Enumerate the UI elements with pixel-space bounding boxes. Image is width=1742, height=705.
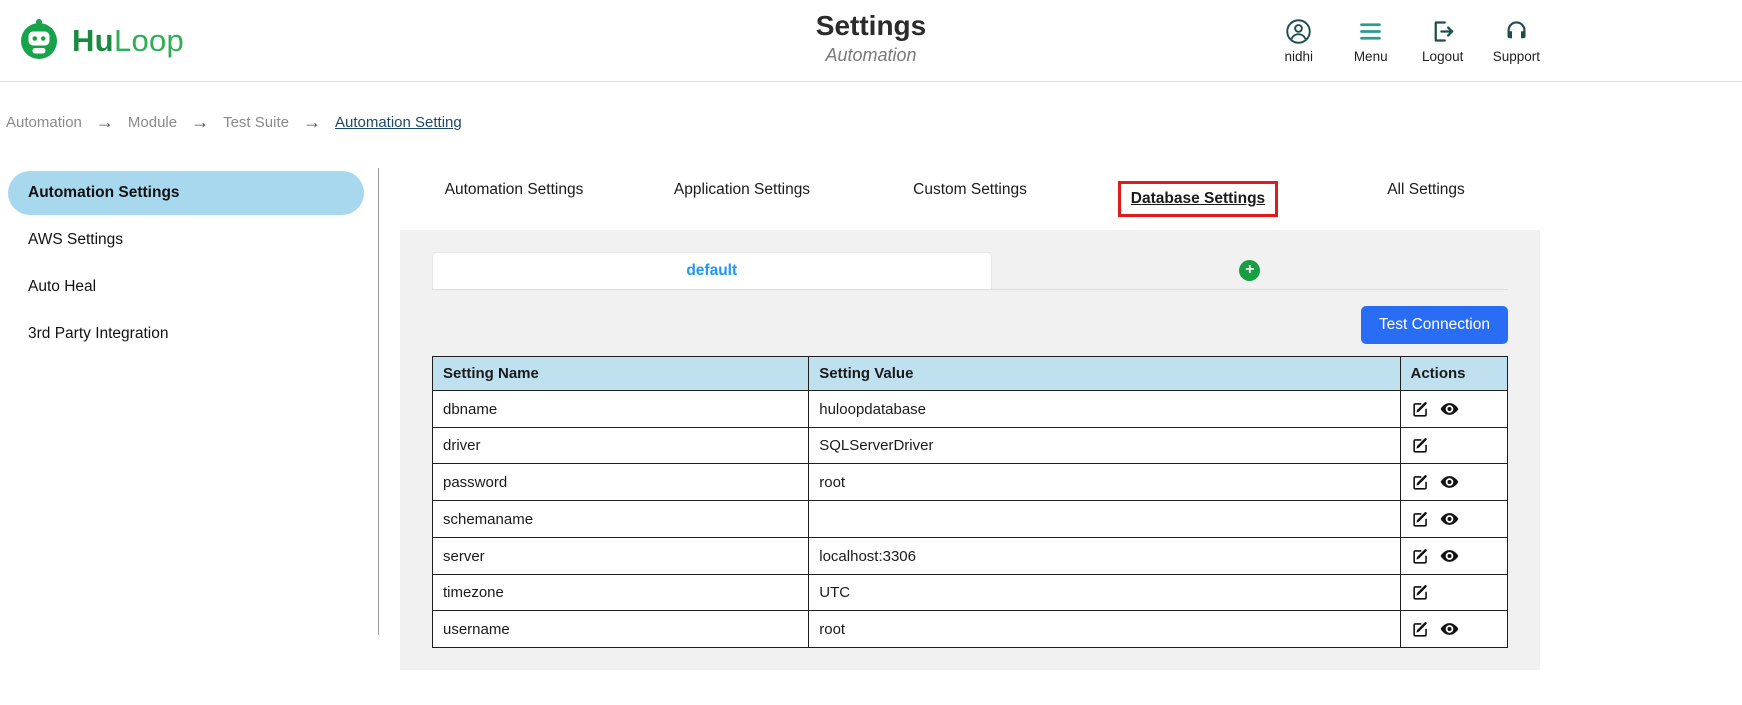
settings-table: Setting NameSetting ValueActions dbnameh… (432, 356, 1508, 648)
eye-icon[interactable] (1439, 619, 1460, 639)
setting-value-cell: UTC (809, 575, 1400, 611)
edit-icon[interactable] (1411, 436, 1430, 455)
test-connection-button[interactable]: Test Connection (1361, 306, 1508, 344)
tab-application-settings[interactable]: Application Settings (628, 172, 856, 226)
tab-database-settings[interactable]: Database Settings (1084, 172, 1312, 226)
breadcrumb-item-test-suite[interactable]: Test Suite (223, 114, 289, 131)
edit-icon[interactable] (1411, 510, 1430, 529)
actions-cell (1400, 575, 1508, 611)
user-icon (1285, 18, 1312, 45)
database-settings-panel: default + Test Connection Setting NameSe… (400, 230, 1540, 670)
setting-name-cell: driver (433, 428, 809, 464)
table-row-dbname: dbnamehuloopdatabase (433, 391, 1508, 428)
tab-all-settings[interactable]: All Settings (1312, 172, 1540, 226)
table-header-row: Setting NameSetting ValueActions (433, 357, 1508, 391)
menu-button[interactable]: Menu (1349, 18, 1393, 64)
sidebar: Automation SettingsAWS SettingsAuto Heal… (0, 168, 372, 359)
logout-button[interactable]: Logout (1421, 18, 1465, 64)
sidebar-item-aws-settings[interactable]: AWS Settings (8, 218, 364, 262)
setting-value-cell: SQLServerDriver (809, 428, 1400, 464)
actions-cell (1400, 538, 1508, 575)
breadcrumb-item-automation[interactable]: Automation (6, 114, 82, 131)
setting-value-cell: huloopdatabase (809, 391, 1400, 428)
robot-logo-icon (16, 15, 62, 66)
setting-value-cell: root (809, 611, 1400, 648)
settings-tabs: Automation Settings Application Settings C… (400, 172, 1540, 226)
table-row-username: usernameroot (433, 611, 1508, 648)
edit-icon[interactable] (1411, 473, 1430, 492)
breadcrumb-arrow-icon: → (303, 112, 321, 133)
connection-tab-label: default (686, 262, 737, 280)
main-content: Automation Settings Application Settings C… (400, 172, 1540, 670)
eye-icon[interactable] (1439, 546, 1460, 566)
setting-value-cell: localhost:3306 (809, 538, 1400, 575)
connection-tabs-empty-area: + (992, 252, 1508, 289)
sidebar-item-automation-settings[interactable]: Automation Settings (8, 171, 364, 215)
page-title: Settings (816, 10, 926, 42)
column-header-setting-name: Setting Name (433, 357, 809, 391)
column-header-setting-value: Setting Value (809, 357, 1400, 391)
tab-label: Database Settings (1118, 181, 1278, 217)
setting-name-cell: username (433, 611, 809, 648)
actions-cell (1400, 428, 1508, 464)
page-subtitle: Automation (816, 45, 926, 66)
breadcrumb-item-module[interactable]: Module (128, 114, 177, 131)
table-row-password: passwordroot (433, 464, 1508, 501)
sidebar-item-3rd-party-integration[interactable]: 3rd Party Integration (8, 312, 364, 356)
breadcrumb-item-automation-setting[interactable]: Automation Setting (335, 114, 462, 131)
headset-support-icon (1503, 18, 1530, 45)
actions-cell (1400, 501, 1508, 538)
support-button[interactable]: Support (1493, 18, 1540, 64)
actions-cell (1400, 391, 1508, 428)
edit-icon[interactable] (1411, 547, 1430, 566)
tab-label: Custom Settings (913, 181, 1027, 198)
logout-icon (1429, 18, 1456, 45)
tab-label: Automation Settings (445, 181, 584, 198)
tab-label: Application Settings (674, 181, 810, 198)
sidebar-item-auto-heal[interactable]: Auto Heal (8, 265, 364, 309)
setting-name-cell: dbname (433, 391, 809, 428)
table-row-driver: driverSQLServerDriver (433, 428, 1508, 464)
eye-icon[interactable] (1439, 399, 1460, 419)
tab-label: All Settings (1387, 181, 1465, 198)
user-profile-button[interactable]: nidhi (1277, 18, 1321, 64)
sidebar-divider (378, 168, 379, 635)
setting-value-cell: root (809, 464, 1400, 501)
app-header: HuLoop Settings Automation nidhi Menu (0, 0, 1742, 82)
menu-label: Menu (1354, 49, 1388, 64)
support-label: Support (1493, 49, 1540, 64)
table-row-timezone: timezoneUTC (433, 575, 1508, 611)
eye-icon[interactable] (1439, 509, 1460, 529)
connection-tab-default[interactable]: default (432, 252, 992, 289)
actions-cell (1400, 464, 1508, 501)
edit-icon[interactable] (1411, 620, 1430, 639)
actions-cell (1400, 611, 1508, 648)
tab-custom-settings[interactable]: Custom Settings (856, 172, 1084, 226)
hamburger-menu-icon (1357, 18, 1384, 45)
logout-label: Logout (1422, 49, 1463, 64)
connection-tabs-strip: default + (432, 252, 1508, 290)
column-header-actions: Actions (1400, 357, 1508, 391)
header-actions: nidhi Menu Logout (1277, 18, 1540, 64)
setting-name-cell: server (433, 538, 809, 575)
user-name-label: nidhi (1284, 49, 1313, 64)
breadcrumb-arrow-icon: → (96, 112, 114, 133)
edit-icon[interactable] (1411, 400, 1430, 419)
brand-name: HuLoop (72, 23, 184, 59)
breadcrumb-arrow-icon: → (191, 112, 209, 133)
add-connection-button[interactable]: + (1239, 260, 1260, 281)
huloop-logo[interactable]: HuLoop (16, 15, 184, 66)
table-row-server: serverlocalhost:3306 (433, 538, 1508, 575)
edit-icon[interactable] (1411, 583, 1430, 602)
setting-value-cell (809, 501, 1400, 538)
table-row-schemaname: schemaname (433, 501, 1508, 538)
panel-actions-row: Test Connection (432, 306, 1508, 344)
setting-name-cell: timezone (433, 575, 809, 611)
tab-automation-settings[interactable]: Automation Settings (400, 172, 628, 226)
header-title-block: Settings Automation (816, 10, 926, 66)
breadcrumb: Automation → Module → Test Suite → Automation … (6, 112, 462, 133)
setting-name-cell: password (433, 464, 809, 501)
eye-icon[interactable] (1439, 472, 1460, 492)
setting-name-cell: schemaname (433, 501, 809, 538)
